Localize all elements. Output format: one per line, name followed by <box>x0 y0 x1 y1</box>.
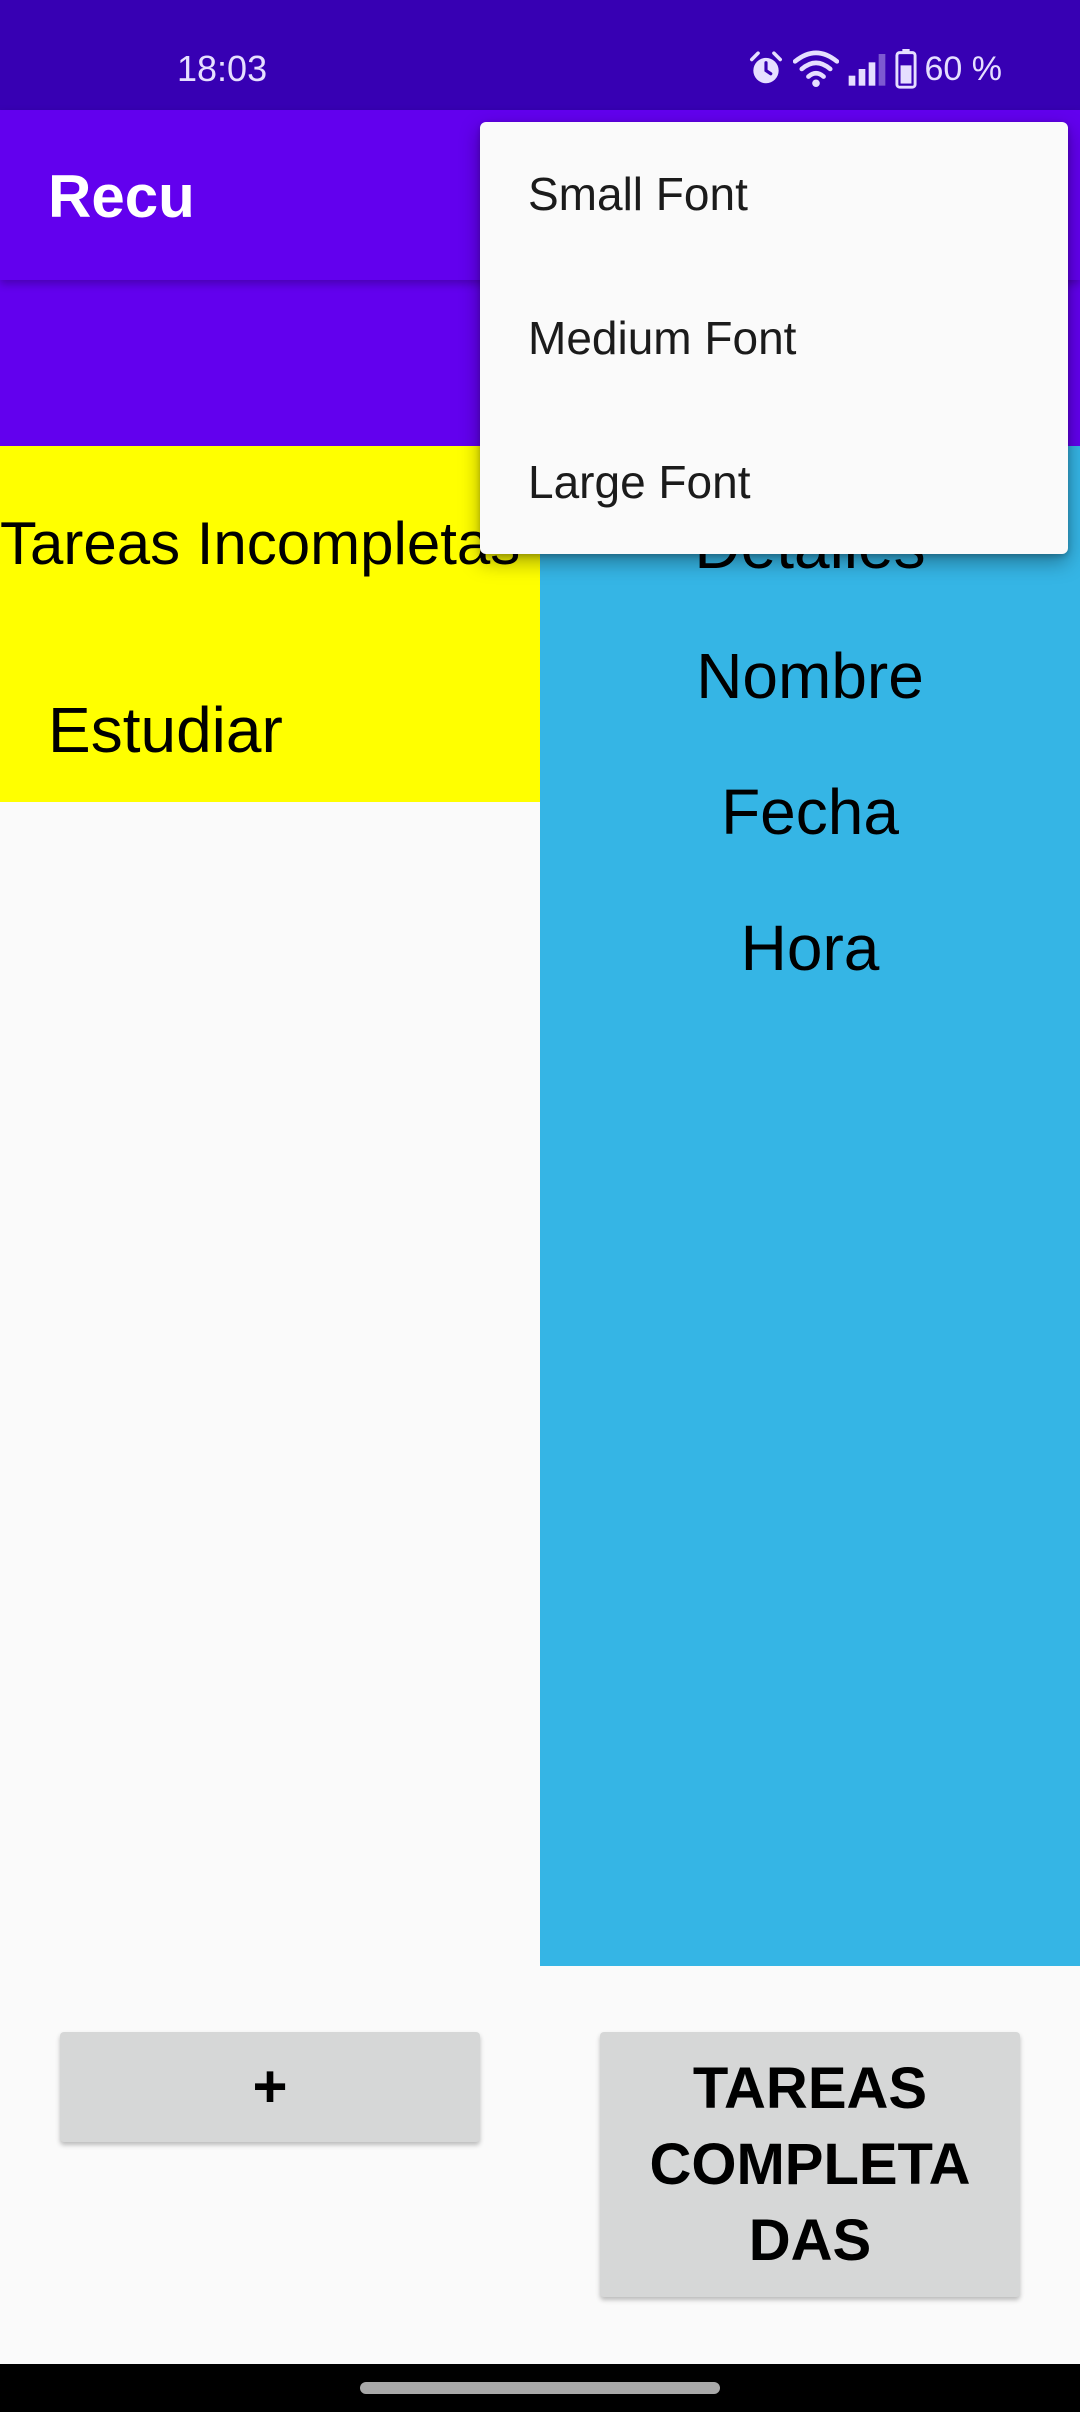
alarm-icon <box>747 50 785 88</box>
menu-item-medium-font[interactable]: Medium Font <box>480 266 1068 410</box>
detail-date: Fecha <box>721 776 899 848</box>
incomplete-tasks-title: Tareas Incompletas <box>0 510 521 577</box>
status-time: 18:03 <box>177 48 268 89</box>
detail-time: Hora <box>740 912 880 984</box>
battery-percentage: 60 % <box>924 50 1003 88</box>
detail-name: Nombre <box>696 640 924 712</box>
incomplete-tasks-panel: Tareas Incompletas Estudiar <box>0 446 540 802</box>
completed-tasks-button[interactable]: TAREAS COMPLETA DAS <box>600 2032 1020 2297</box>
home-gesture-handle[interactable] <box>360 2382 720 2394</box>
battery-icon <box>894 49 917 89</box>
menu-item-small-font[interactable]: Small Font <box>480 122 1068 266</box>
add-task-button[interactable]: + <box>60 2032 480 2142</box>
status-icons: 60 % <box>747 46 1003 92</box>
app-title: Recu <box>48 163 195 230</box>
font-size-menu: Small Font Medium Font Large Font <box>480 122 1068 554</box>
status-bar: 18:03 60 % <box>0 0 1080 110</box>
signal-icon <box>847 52 887 86</box>
details-panel: Detalles Nombre Fecha Hora <box>540 446 1080 1966</box>
menu-item-large-font[interactable]: Large Font <box>480 410 1068 554</box>
navigation-bar <box>0 2364 1080 2412</box>
wifi-icon <box>792 50 839 88</box>
task-item[interactable]: Estudiar <box>48 692 283 768</box>
